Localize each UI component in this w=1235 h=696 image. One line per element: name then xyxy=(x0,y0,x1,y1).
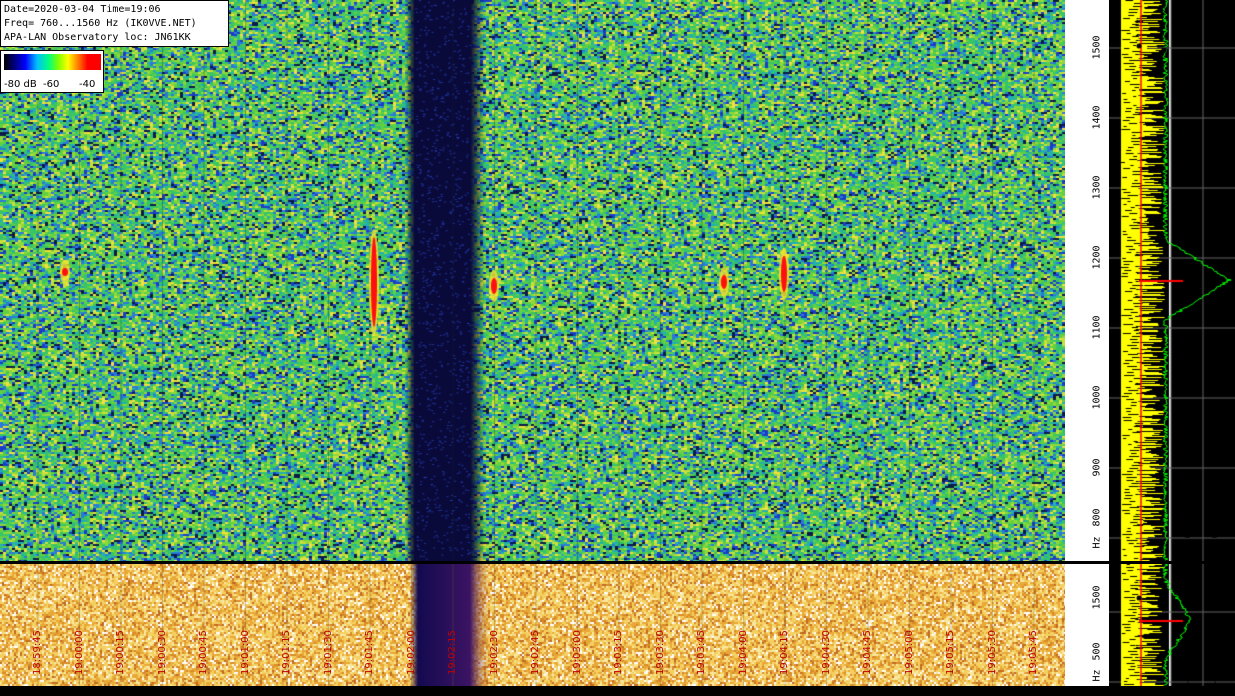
frequency-axis-wideband: 1500 500 Hz xyxy=(1065,564,1109,686)
db-scale-label: -40.0 dB xyxy=(1210,515,1221,558)
time-tick-label: 19:05:00 xyxy=(903,630,915,675)
time-tick-label: 19:02:15 xyxy=(447,630,458,675)
freq-unit-label: Hz xyxy=(1091,536,1103,549)
scale-label-mid: -60 xyxy=(43,79,60,90)
color-scale-bar xyxy=(4,54,101,70)
time-tick-label: 19:01:30 xyxy=(322,630,334,675)
db-scale-label: -50.0 dB xyxy=(1183,515,1194,558)
time-tick-label: 19:01:00 xyxy=(239,630,251,675)
freq-tick-label: 1500 xyxy=(1091,35,1103,60)
db-scale-label: -40.0 dB xyxy=(1210,641,1221,684)
freq-tick-label: 900 xyxy=(1091,458,1103,477)
freq-tick-label: 1000 xyxy=(1091,385,1103,410)
info-date-time: Date=2020-03-04 Time=19:06 xyxy=(4,4,161,15)
db-scale-label: -50.0 dB xyxy=(1183,641,1194,684)
frequency-axis-main: 1500 1400 1300 1200 1100 1000 900 800 Hz xyxy=(1065,0,1109,561)
time-tick-label: 19:05:15 xyxy=(945,630,956,675)
time-tick-label: 18:59:45 xyxy=(32,630,43,675)
freq-tick-label: 1500 xyxy=(1091,585,1103,610)
scale-label-max: -40 xyxy=(79,79,96,90)
spectrum-panel-main xyxy=(1109,0,1235,561)
time-tick-label: 19:05:30 xyxy=(986,630,998,675)
time-tick-label: 19:01:15 xyxy=(281,630,292,675)
time-tick-label: 19:03:45 xyxy=(696,630,707,675)
time-tick-label: 19:04:45 xyxy=(862,630,873,675)
color-scale-legend: -80 dB -60 -40 xyxy=(0,50,104,93)
time-tick-label: 19:03:30 xyxy=(654,630,666,675)
time-tick-label: 19:03:15 xyxy=(613,630,624,675)
info-panel: Date=2020-03-04 Time=19:06 Freq= 760...1… xyxy=(0,0,229,47)
time-tick-label: 19:02:45 xyxy=(530,630,541,675)
info-observatory: APA-LAN Observatory loc: JN61KK xyxy=(4,32,191,43)
time-tick-label: 19:04:30 xyxy=(820,630,832,675)
freq-tick-label: 1100 xyxy=(1091,315,1103,340)
freq-unit-label: Hz xyxy=(1091,669,1103,682)
time-tick-label: 19:04:15 xyxy=(779,630,790,675)
time-tick-label: 19:03:00 xyxy=(571,630,583,675)
freq-tick-label: 1400 xyxy=(1091,105,1103,130)
time-tick-label: 19:02:00 xyxy=(405,630,417,675)
time-tick-label: 19:01:45 xyxy=(364,630,375,675)
freq-tick-label: 1200 xyxy=(1091,245,1103,270)
time-tick-label: 19:04:00 xyxy=(737,630,749,675)
time-tick-label: 19:00:15 xyxy=(115,630,126,675)
freq-tick-label: 1300 xyxy=(1091,175,1103,200)
time-tick-label: 19:00:30 xyxy=(156,630,168,675)
time-tick-label: 19:02:30 xyxy=(488,630,500,675)
waterfall-main xyxy=(0,0,1065,561)
scale-label-min: -80 dB xyxy=(4,79,37,90)
info-frequency-range: Freq= 760...1560 Hz (IK0VVE.NET) xyxy=(4,18,197,29)
time-tick-label: 19:05:45 xyxy=(1028,630,1039,675)
time-tick-label: 19:00:00 xyxy=(73,630,85,675)
time-tick-label: 19:00:45 xyxy=(198,630,209,675)
